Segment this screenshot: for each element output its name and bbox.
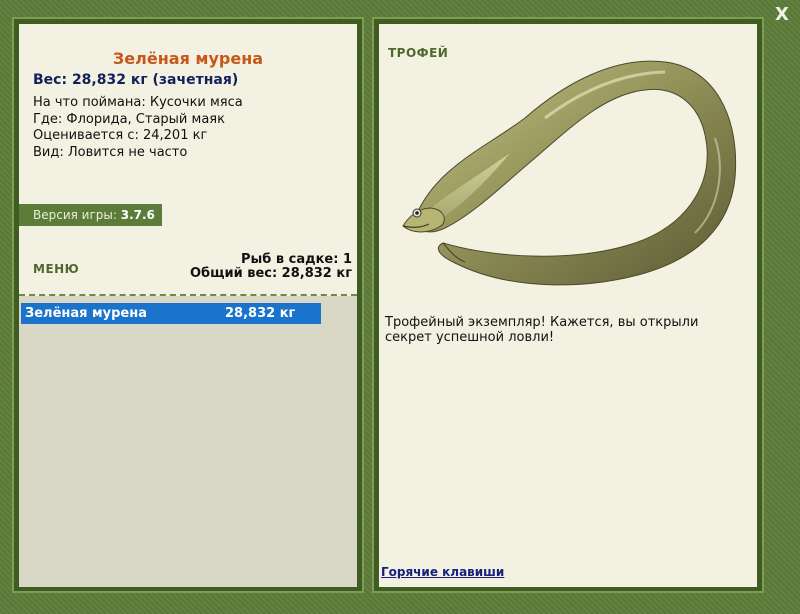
close-button[interactable]: X <box>772 4 792 26</box>
hotkeys-link[interactable]: Горячие клавиши <box>381 565 504 579</box>
catch-list-row[interactable]: Зелёная мурена 28,832 кг <box>21 303 321 324</box>
bait-info: На что поймана: Кусочки мяса <box>33 95 243 110</box>
catch-weight: 28,832 кг <box>225 306 296 321</box>
trophy-description: Трофейный экземпляр! Кажется, вы открыли… <box>385 315 699 345</box>
fish-count: Рыб в садке: 1 <box>240 252 352 267</box>
catch-list <box>19 296 357 587</box>
total-weight: Общий вес: 28,832 кг <box>189 266 352 281</box>
fish-title: Зелёная мурена <box>112 49 264 68</box>
keepnet-stats: Рыб в садке: 1 Общий вес: 28,832 кг <box>190 253 352 281</box>
rated-from-info: Оценивается с: 24,201 кг <box>33 128 208 143</box>
species-rarity-info: Вид: Ловится не часто <box>33 145 188 160</box>
version-value: 3.7.6 <box>120 208 155 222</box>
menu-button[interactable]: МЕНЮ <box>33 262 79 276</box>
location-info: Где: Флорида, Старый маяк <box>33 112 225 127</box>
game-version-bar: Версия игры: 3.7.6 <box>19 204 162 226</box>
version-label: Версия игры: <box>33 208 117 222</box>
moray-eel-image <box>402 60 737 286</box>
fish-weight: Вес: 28,832 кг (зачетная) <box>33 72 239 88</box>
catch-name: Зелёная мурена <box>25 306 147 321</box>
